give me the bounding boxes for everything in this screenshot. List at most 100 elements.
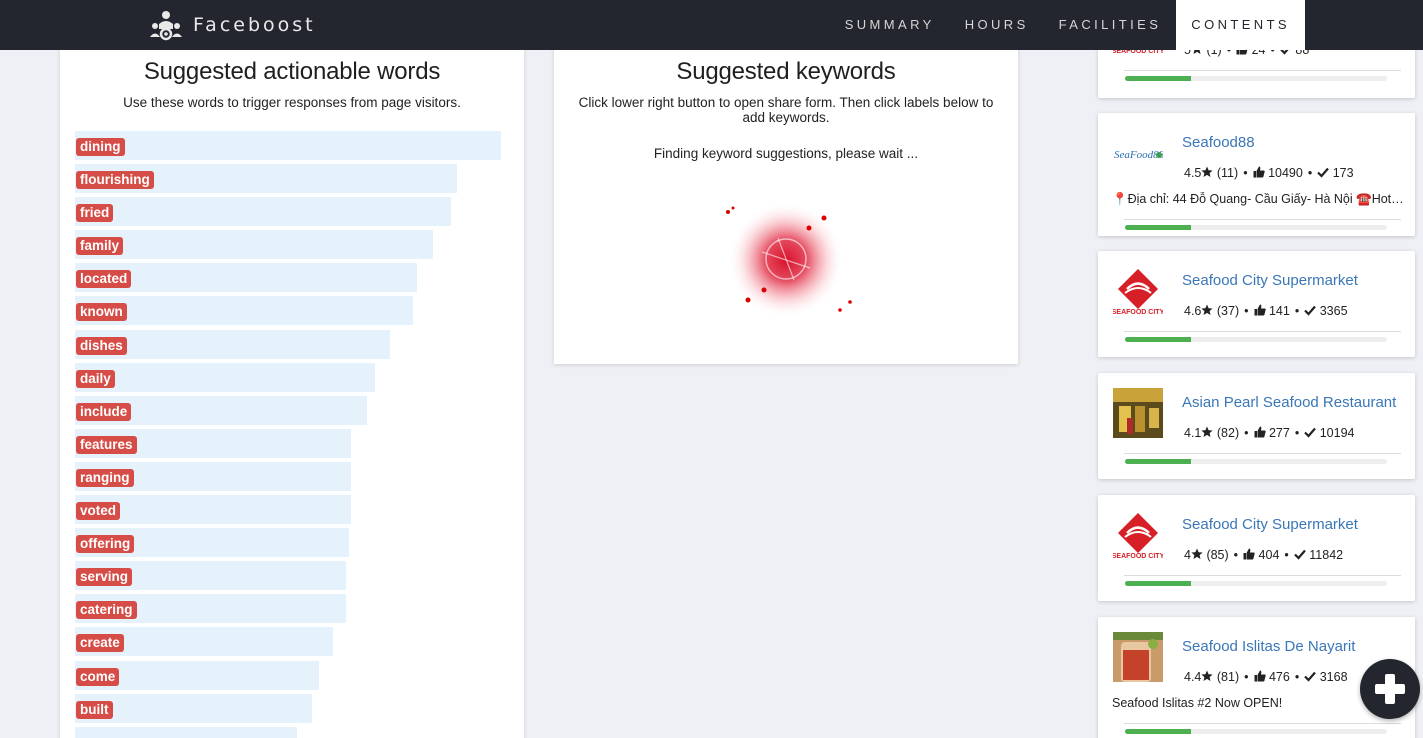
word-tag[interactable]: family xyxy=(76,237,124,256)
main-nav: SUMMARY HOURS FACILITIES CONTENTS xyxy=(830,0,1305,50)
word-row: known xyxy=(75,296,505,329)
word-score-bar xyxy=(75,230,433,260)
place-progress-bar xyxy=(1125,337,1387,342)
place-description: 📍Địa chỉ: 44 Đỗ Quang- Cầu Giấy- Hà Nội … xyxy=(1112,192,1404,206)
place-card[interactable]: SeaFood88 Seafood88 4.5 (11) • 10490 • 173 📍Đ… xyxy=(1098,113,1415,236)
brand[interactable]: Faceboost xyxy=(148,7,316,43)
word-row: offering xyxy=(75,528,505,561)
word-tag[interactable]: voted xyxy=(76,502,121,521)
word-row: come xyxy=(75,660,505,694)
word-tag[interactable]: daily xyxy=(76,369,115,388)
words-card-subtitle: Use these words to trigger responses fro… xyxy=(123,95,461,110)
place-review-count: (85) xyxy=(1206,548,1229,562)
word-tag[interactable]: located xyxy=(76,270,132,289)
nav-facilities[interactable]: FACILITIES xyxy=(1044,0,1177,50)
word-row xyxy=(75,726,505,738)
plus-icon xyxy=(1375,674,1405,704)
place-stats: 4.5 (11) • 10490 • 173 xyxy=(1184,166,1354,180)
place-name-link[interactable]: Seafood City Supermarket xyxy=(1182,272,1358,289)
word-tag[interactable]: features xyxy=(76,435,137,454)
loading-spinner-icon xyxy=(726,202,852,318)
word-row: family xyxy=(75,230,505,263)
word-row: include xyxy=(75,395,505,429)
place-thumbnail[interactable]: SeaFood88 xyxy=(1113,128,1163,178)
word-tag[interactable]: ranging xyxy=(76,468,134,487)
star-icon xyxy=(1201,166,1213,177)
word-tag[interactable]: include xyxy=(76,402,132,421)
place-divider xyxy=(1124,453,1401,454)
place-review-count: (37) xyxy=(1216,304,1240,318)
place-progress-fill xyxy=(1125,729,1191,734)
checkmark-icon xyxy=(1304,427,1317,438)
place-progress-fill xyxy=(1125,76,1191,81)
separator-dot: • xyxy=(1243,166,1248,180)
word-tag[interactable]: catering xyxy=(76,601,137,620)
place-thumbnail[interactable]: SEAFOOD CITY xyxy=(1113,510,1163,560)
star-icon xyxy=(1201,304,1213,315)
place-progress-fill xyxy=(1125,459,1191,464)
place-progress-bar xyxy=(1125,76,1387,81)
separator-dot: • xyxy=(1284,548,1289,562)
nav-hours[interactable]: HOURS xyxy=(950,0,1044,50)
place-thumbnail[interactable] xyxy=(1113,388,1163,438)
word-tag[interactable]: create xyxy=(76,634,124,653)
word-tag[interactable]: serving xyxy=(76,568,133,587)
place-divider xyxy=(1124,331,1401,332)
actionable-words-card: Suggested actionable words Use these wor… xyxy=(60,38,524,738)
keywords-card-subtitle: Click lower right button to open share f… xyxy=(578,95,994,125)
separator-dot: • xyxy=(1294,304,1300,318)
keywords-loading-text: Finding keyword suggestions, please wait… xyxy=(653,146,919,161)
place-name-link[interactable]: Seafood88 xyxy=(1182,134,1255,151)
place-card[interactable]: Asian Pearl Seafood Restaurant 4.1 (82) • … xyxy=(1098,373,1415,479)
word-row: daily xyxy=(75,362,505,396)
place-checkins: 173 xyxy=(1332,166,1354,180)
word-tag[interactable]: built xyxy=(76,700,113,719)
place-likes: 404 xyxy=(1258,548,1280,562)
place-card[interactable]: SEAFOOD CITY Seafood City Supermarket 4 (8… xyxy=(1098,495,1415,601)
place-divider xyxy=(1124,219,1401,220)
place-stats: 4 (85) • 404 • 11842 xyxy=(1184,548,1343,562)
checkmark-icon xyxy=(1317,167,1330,178)
word-tag[interactable]: flourishing xyxy=(76,171,154,190)
thumbs-up-icon xyxy=(1253,166,1265,178)
place-progress-bar xyxy=(1125,729,1387,734)
word-row: fried xyxy=(75,197,505,230)
add-button[interactable] xyxy=(1360,659,1420,719)
place-card[interactable]: SEAFOOD CITY Seafood City Supermarket 4.6 … xyxy=(1098,251,1415,357)
brand-name: Faceboost xyxy=(193,14,316,36)
place-rating: 4.5 xyxy=(1184,166,1202,180)
thumbs-up-icon xyxy=(1243,548,1255,560)
word-tag[interactable]: offering xyxy=(76,535,135,554)
place-name-link[interactable]: Seafood Islitas De Nayarit xyxy=(1182,638,1355,655)
place-progress-bar xyxy=(1125,225,1387,230)
place-thumbnail[interactable]: SEAFOOD CITY xyxy=(1113,266,1163,316)
place-likes: 141 xyxy=(1268,304,1290,318)
place-rating: 4.4 xyxy=(1184,670,1202,684)
word-row: flourishing xyxy=(75,164,505,197)
word-tag[interactable]: come xyxy=(76,667,120,686)
word-tag[interactable]: dining xyxy=(76,138,125,156)
keywords-card: Suggested keywords Click lower right but… xyxy=(554,38,1018,364)
separator-dot: • xyxy=(1294,670,1300,684)
star-icon xyxy=(1191,548,1203,559)
word-score-bar xyxy=(75,197,451,227)
word-tag[interactable]: dishes xyxy=(76,336,127,355)
place-progress-bar xyxy=(1125,581,1387,586)
place-name-link[interactable]: Seafood City Supermarket xyxy=(1182,516,1358,533)
nav-contents[interactable]: CONTENTS xyxy=(1176,0,1305,50)
words-list: dining flourishing fried family located known… xyxy=(75,131,505,738)
place-divider xyxy=(1124,575,1401,576)
word-tag[interactable]: known xyxy=(76,303,127,322)
separator-dot: • xyxy=(1307,166,1313,180)
place-progress-fill xyxy=(1125,337,1191,342)
word-score-bar xyxy=(75,131,501,160)
place-checkins: 3168 xyxy=(1319,670,1348,684)
place-thumbnail[interactable] xyxy=(1113,632,1163,682)
place-name-link[interactable]: Asian Pearl Seafood Restaurant xyxy=(1182,394,1396,411)
place-likes: 277 xyxy=(1268,426,1290,440)
place-stats: 4.4 (81) • 476 • 3168 xyxy=(1184,670,1348,684)
word-tag[interactable]: fried xyxy=(76,204,114,223)
place-stats: 4.1 (82) • 277 • 10194 xyxy=(1184,426,1354,440)
top-navbar: Faceboost SUMMARY HOURS FACILITIES CONTE… xyxy=(0,0,1423,50)
nav-summary[interactable]: SUMMARY xyxy=(830,0,950,50)
